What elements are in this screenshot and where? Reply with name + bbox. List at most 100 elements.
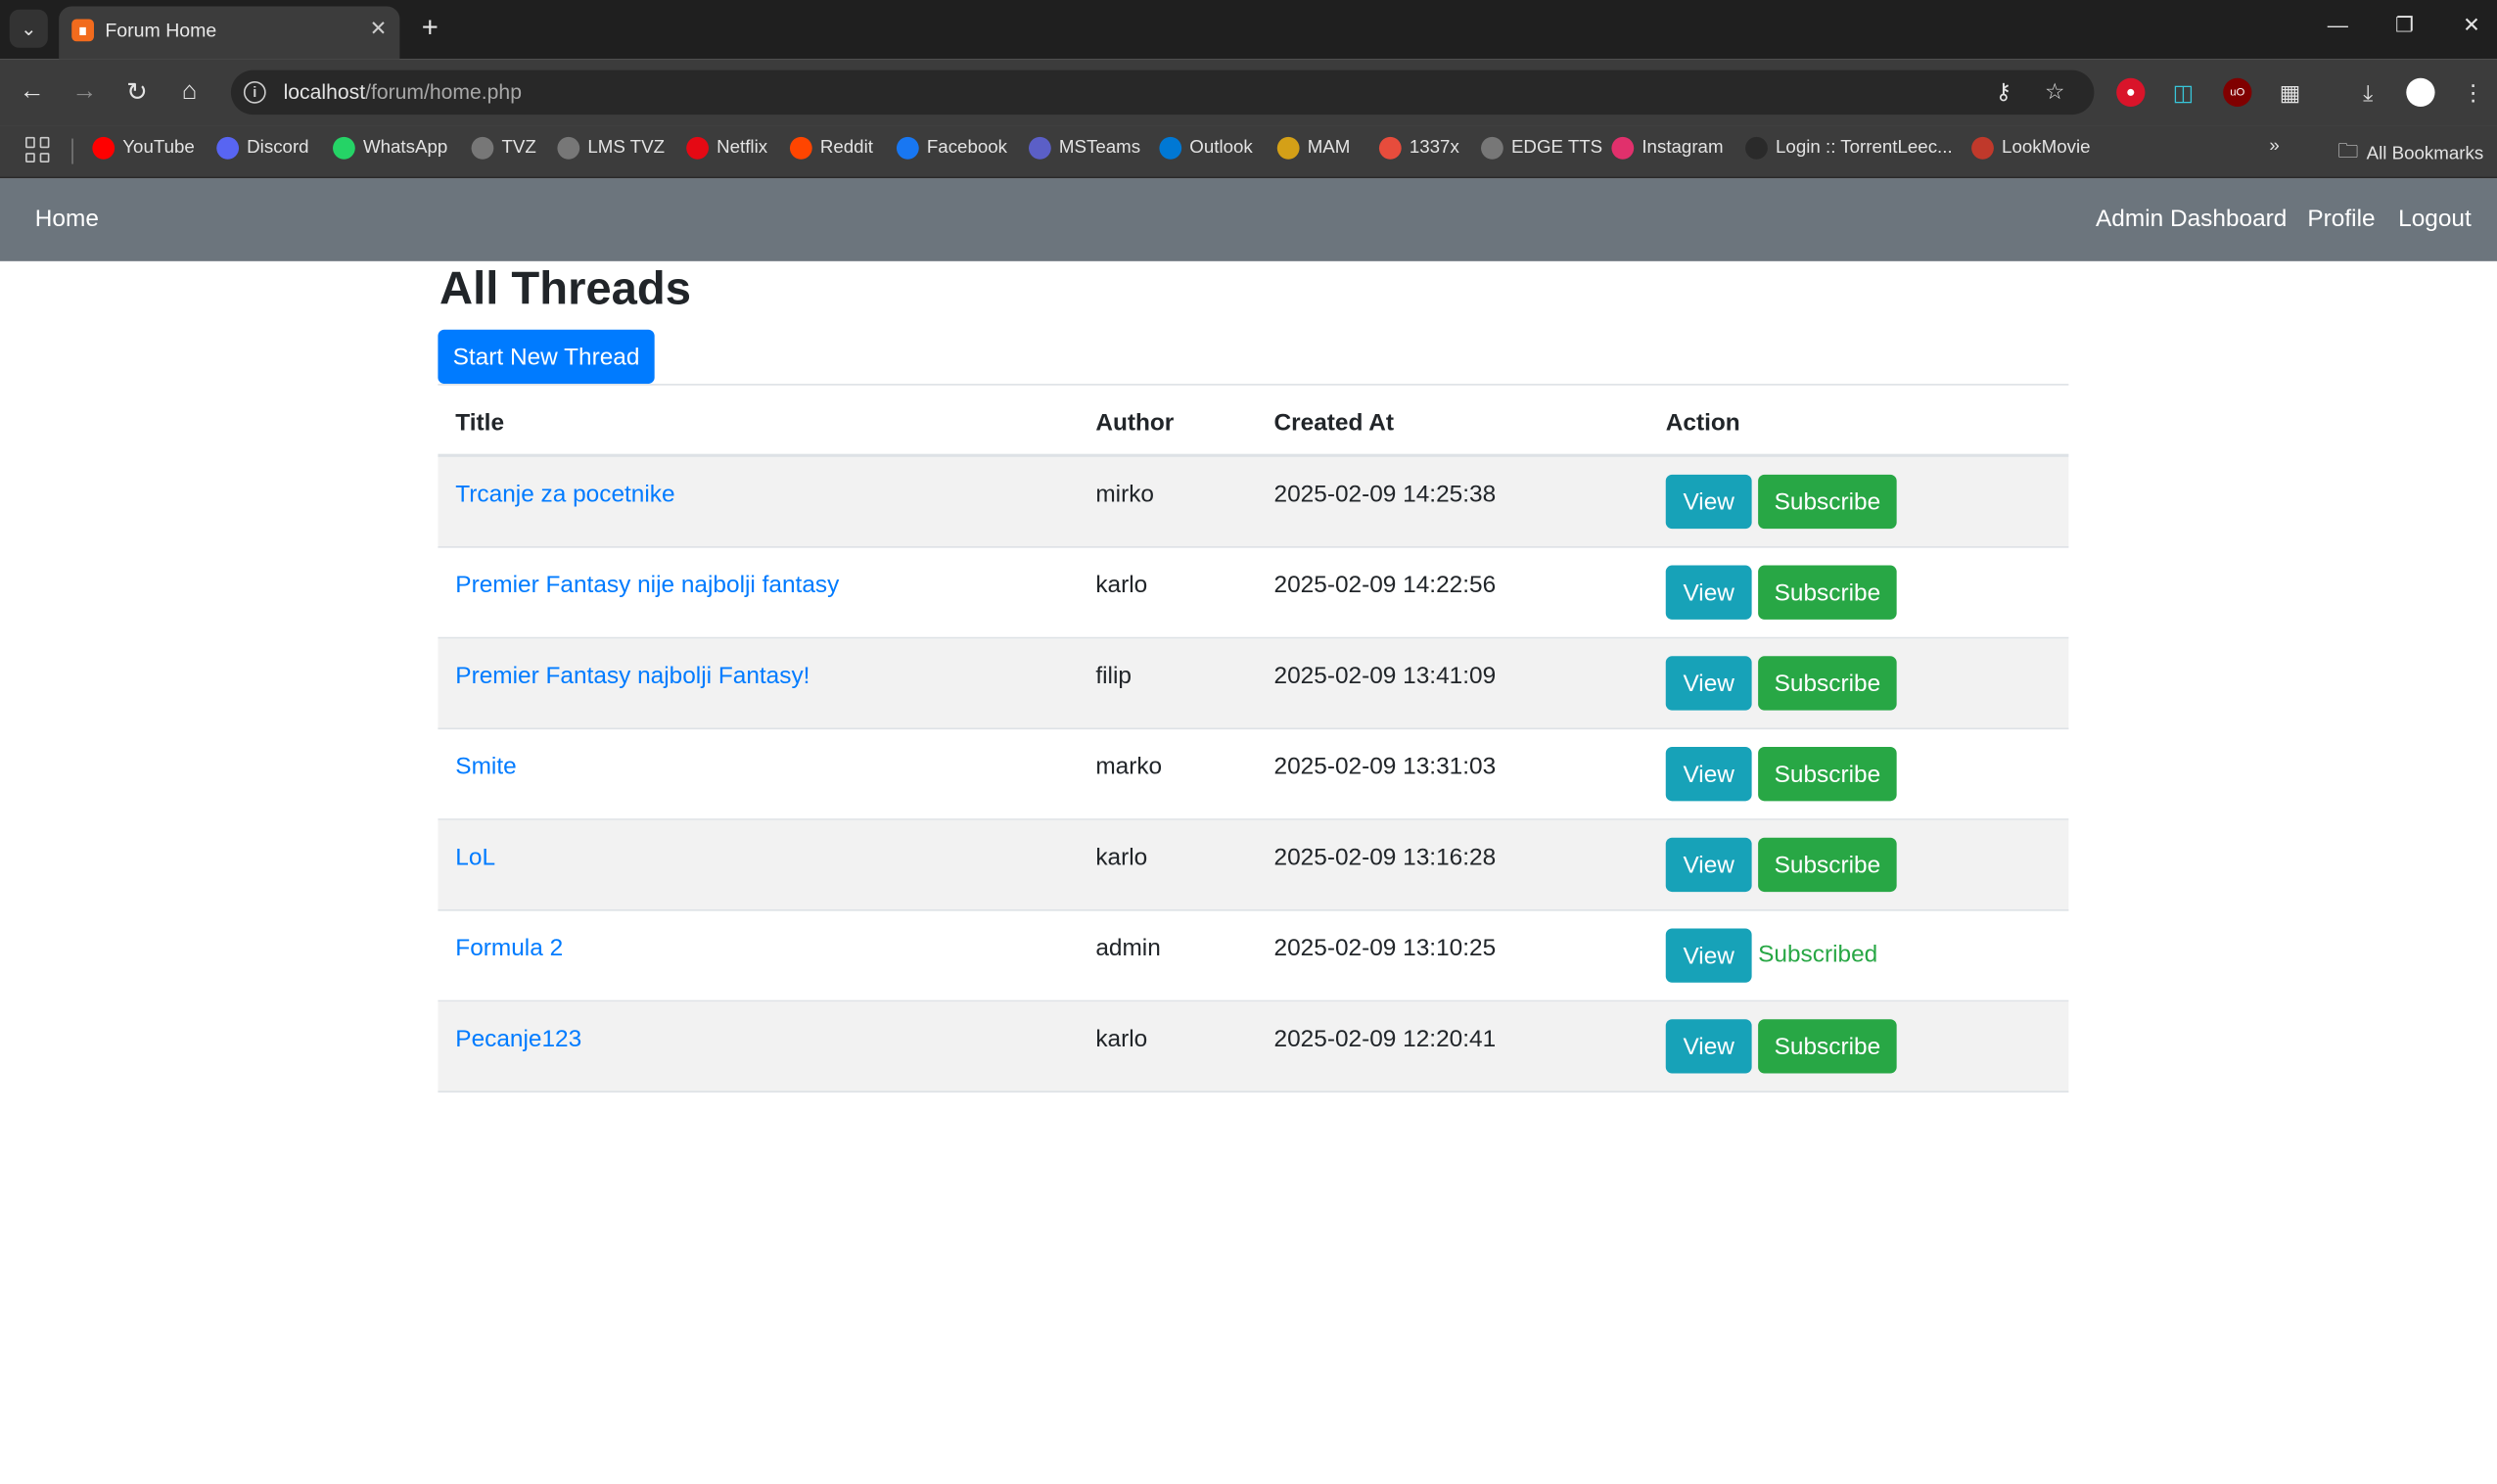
view-button[interactable]: View [1665,656,1752,711]
extension-book-icon[interactable]: ◫ [2169,78,2197,107]
header-created-at: Created At [1273,409,1395,437]
subscribe-button[interactable]: Subscribe [1758,837,1897,893]
browser-toolbar: ← → ↻ ⌂ i localhost/forum/home.php ⚷ ☆ ●… [0,59,2497,126]
table-header: Title Author Created At Action [438,384,2069,457]
download-icon[interactable]: ⤓ [2354,78,2382,107]
bookmark-label: Netflix [717,138,768,159]
extension-red-icon[interactable]: ● [2116,77,2146,108]
bookmark-msteams[interactable]: MSTeams [1028,136,1140,160]
restore-icon[interactable]: ❐ [2388,13,2421,38]
bookmark-lookmovie[interactable]: LookMovie [1971,136,2091,160]
thread-title-link[interactable]: Pecanje123 [455,1026,581,1053]
globe-icon [471,136,494,160]
view-button[interactable]: View [1665,1019,1752,1074]
site-navbar: Home Admin Dashboard Profile Logout [0,178,2497,261]
bookmark-label: Outlook [1189,138,1253,159]
thread-title-link[interactable]: LoL [455,844,495,871]
tab-forum-home[interactable]: ∎ Forum Home ✕ [59,6,400,60]
close-window-icon[interactable]: ✕ [2456,13,2488,38]
back-icon[interactable]: ← [15,74,50,110]
all-bookmarks[interactable]: 🗀 All Bookmarks [2337,137,2483,172]
bookmark-login-torrentleec[interactable]: Login :: TorrentLeec... [1745,136,1953,160]
bookmark-lms-tvz[interactable]: LMS TVZ [557,136,665,160]
tab-search-icon[interactable]: ⌄ [9,9,48,48]
outlook-icon [1159,136,1182,160]
thread-title-link[interactable]: Smite [455,754,516,781]
bookmark-whatsapp[interactable]: WhatsApp [333,136,448,160]
address-bar[interactable]: i localhost/forum/home.php ⚷ ☆ [230,70,2095,116]
subscribe-button[interactable]: Subscribe [1758,656,1897,711]
folder-icon: 🗀 [2337,138,2359,162]
more-bookmarks-icon[interactable]: » [2269,137,2279,157]
view-button[interactable]: View [1665,565,1752,620]
bookmark-label: Reddit [819,138,873,159]
bookmark-label: Instagram [1642,138,1724,159]
netflix-icon [686,136,709,160]
minimize-icon[interactable]: — [2322,13,2354,36]
bookmark-netflix[interactable]: Netflix [686,136,768,160]
view-button[interactable]: View [1665,928,1752,983]
header-author: Author [1095,409,1175,437]
thread-title-link[interactable]: Premier Fantasy nije najbolji fantasy [455,572,839,599]
bookmark-mam[interactable]: MAM [1276,136,1350,160]
ublock-icon[interactable]: uO [2223,77,2252,108]
table-row: Trcanje za pocetnike mirko 2025-02-09 14:2… [438,456,2069,548]
bookmark-label: YouTube [122,138,195,159]
thread-author: admin [1095,935,1161,962]
thread-author: filip [1095,662,1132,690]
thread-author: karlo [1095,572,1148,599]
bookmarks-bar: YouTube Discord WhatsApp TVZ LMS TVZ Netflix R… [0,125,2497,179]
subscribe-button[interactable]: Subscribe [1758,747,1897,802]
new-tab-icon[interactable]: + [414,11,446,44]
close-tab-icon[interactable]: ✕ [370,16,388,41]
thread-created-at: 2025-02-09 13:10:25 [1273,935,1497,962]
forward-icon[interactable]: → [67,74,102,110]
apps-grid-icon[interactable] [25,136,51,162]
home-icon[interactable]: ⌂ [172,74,208,110]
bookmark-reddit[interactable]: Reddit [789,136,873,160]
nav-profile-link[interactable]: Profile [2307,206,2375,233]
bookmark-outlook[interactable]: Outlook [1159,136,1253,160]
view-button[interactable]: View [1665,474,1752,530]
bookmark-label: 1337x [1409,138,1459,159]
bookmark-star-icon[interactable]: ☆ [2045,78,2064,106]
bookmark-tvz[interactable]: TVZ [471,136,536,160]
bookmark-label: WhatsApp [362,138,448,159]
subscribe-button[interactable]: Subscribe [1758,474,1897,530]
reload-icon[interactable]: ↻ [119,74,155,110]
thread-title-link[interactable]: Formula 2 [455,935,563,962]
bookmark-label: Login :: TorrentLeec... [1776,138,1953,159]
thread-created-at: 2025-02-09 14:22:56 [1273,572,1497,599]
thread-title-link[interactable]: Trcanje za pocetnike [455,481,674,508]
bookmark-facebook[interactable]: Facebook [896,136,1007,160]
tab-title: Forum Home [105,19,217,42]
bookmark-1337x[interactable]: 1337x [1378,136,1459,160]
page-title: All Threads [439,264,691,316]
site-info-icon[interactable]: i [243,80,266,104]
bookmark-discord[interactable]: Discord [216,136,309,160]
bookmark-edge-tts[interactable]: EDGE TTS [1481,136,1602,160]
bookmark-instagram[interactable]: Instagram [1611,136,1724,160]
thread-title-link[interactable]: Premier Fantasy najbolji Fantasy! [455,663,809,690]
table-row: Premier Fantasy nije najbolji fantasy kar… [438,548,2069,639]
table-body: Trcanje za pocetnike mirko 2025-02-09 14:2… [438,456,2069,1093]
view-button[interactable]: View [1665,747,1752,802]
threads-table: Title Author Created At Action Trcanje z… [438,384,2069,1093]
table-row: Smite marko 2025-02-09 13:31:03 View Subscri… [438,729,2069,820]
nav-logout-link[interactable]: Logout [2398,206,2472,233]
password-key-icon[interactable]: ⚷ [1996,78,2012,106]
profile-avatar-icon[interactable] [2406,77,2435,108]
instagram-icon [1611,136,1635,160]
view-button[interactable]: View [1665,837,1752,893]
start-new-thread-button[interactable]: Start New Thread [438,329,655,385]
nav-home-link[interactable]: Home [35,206,99,233]
subscribe-button[interactable]: Subscribe [1758,1019,1897,1074]
bookmark-label: TVZ [501,138,536,159]
extensions-puzzle-icon[interactable]: ▦ [2276,78,2304,107]
menu-kebab-icon[interactable]: ⋮ [2459,78,2487,107]
url-text[interactable]: localhost/forum/home.php [284,79,522,103]
mam-icon [1276,136,1300,160]
subscribe-button[interactable]: Subscribe [1758,565,1897,620]
bookmark-youtube[interactable]: YouTube [92,136,195,160]
nav-admin-dashboard-link[interactable]: Admin Dashboard [2096,206,2287,233]
